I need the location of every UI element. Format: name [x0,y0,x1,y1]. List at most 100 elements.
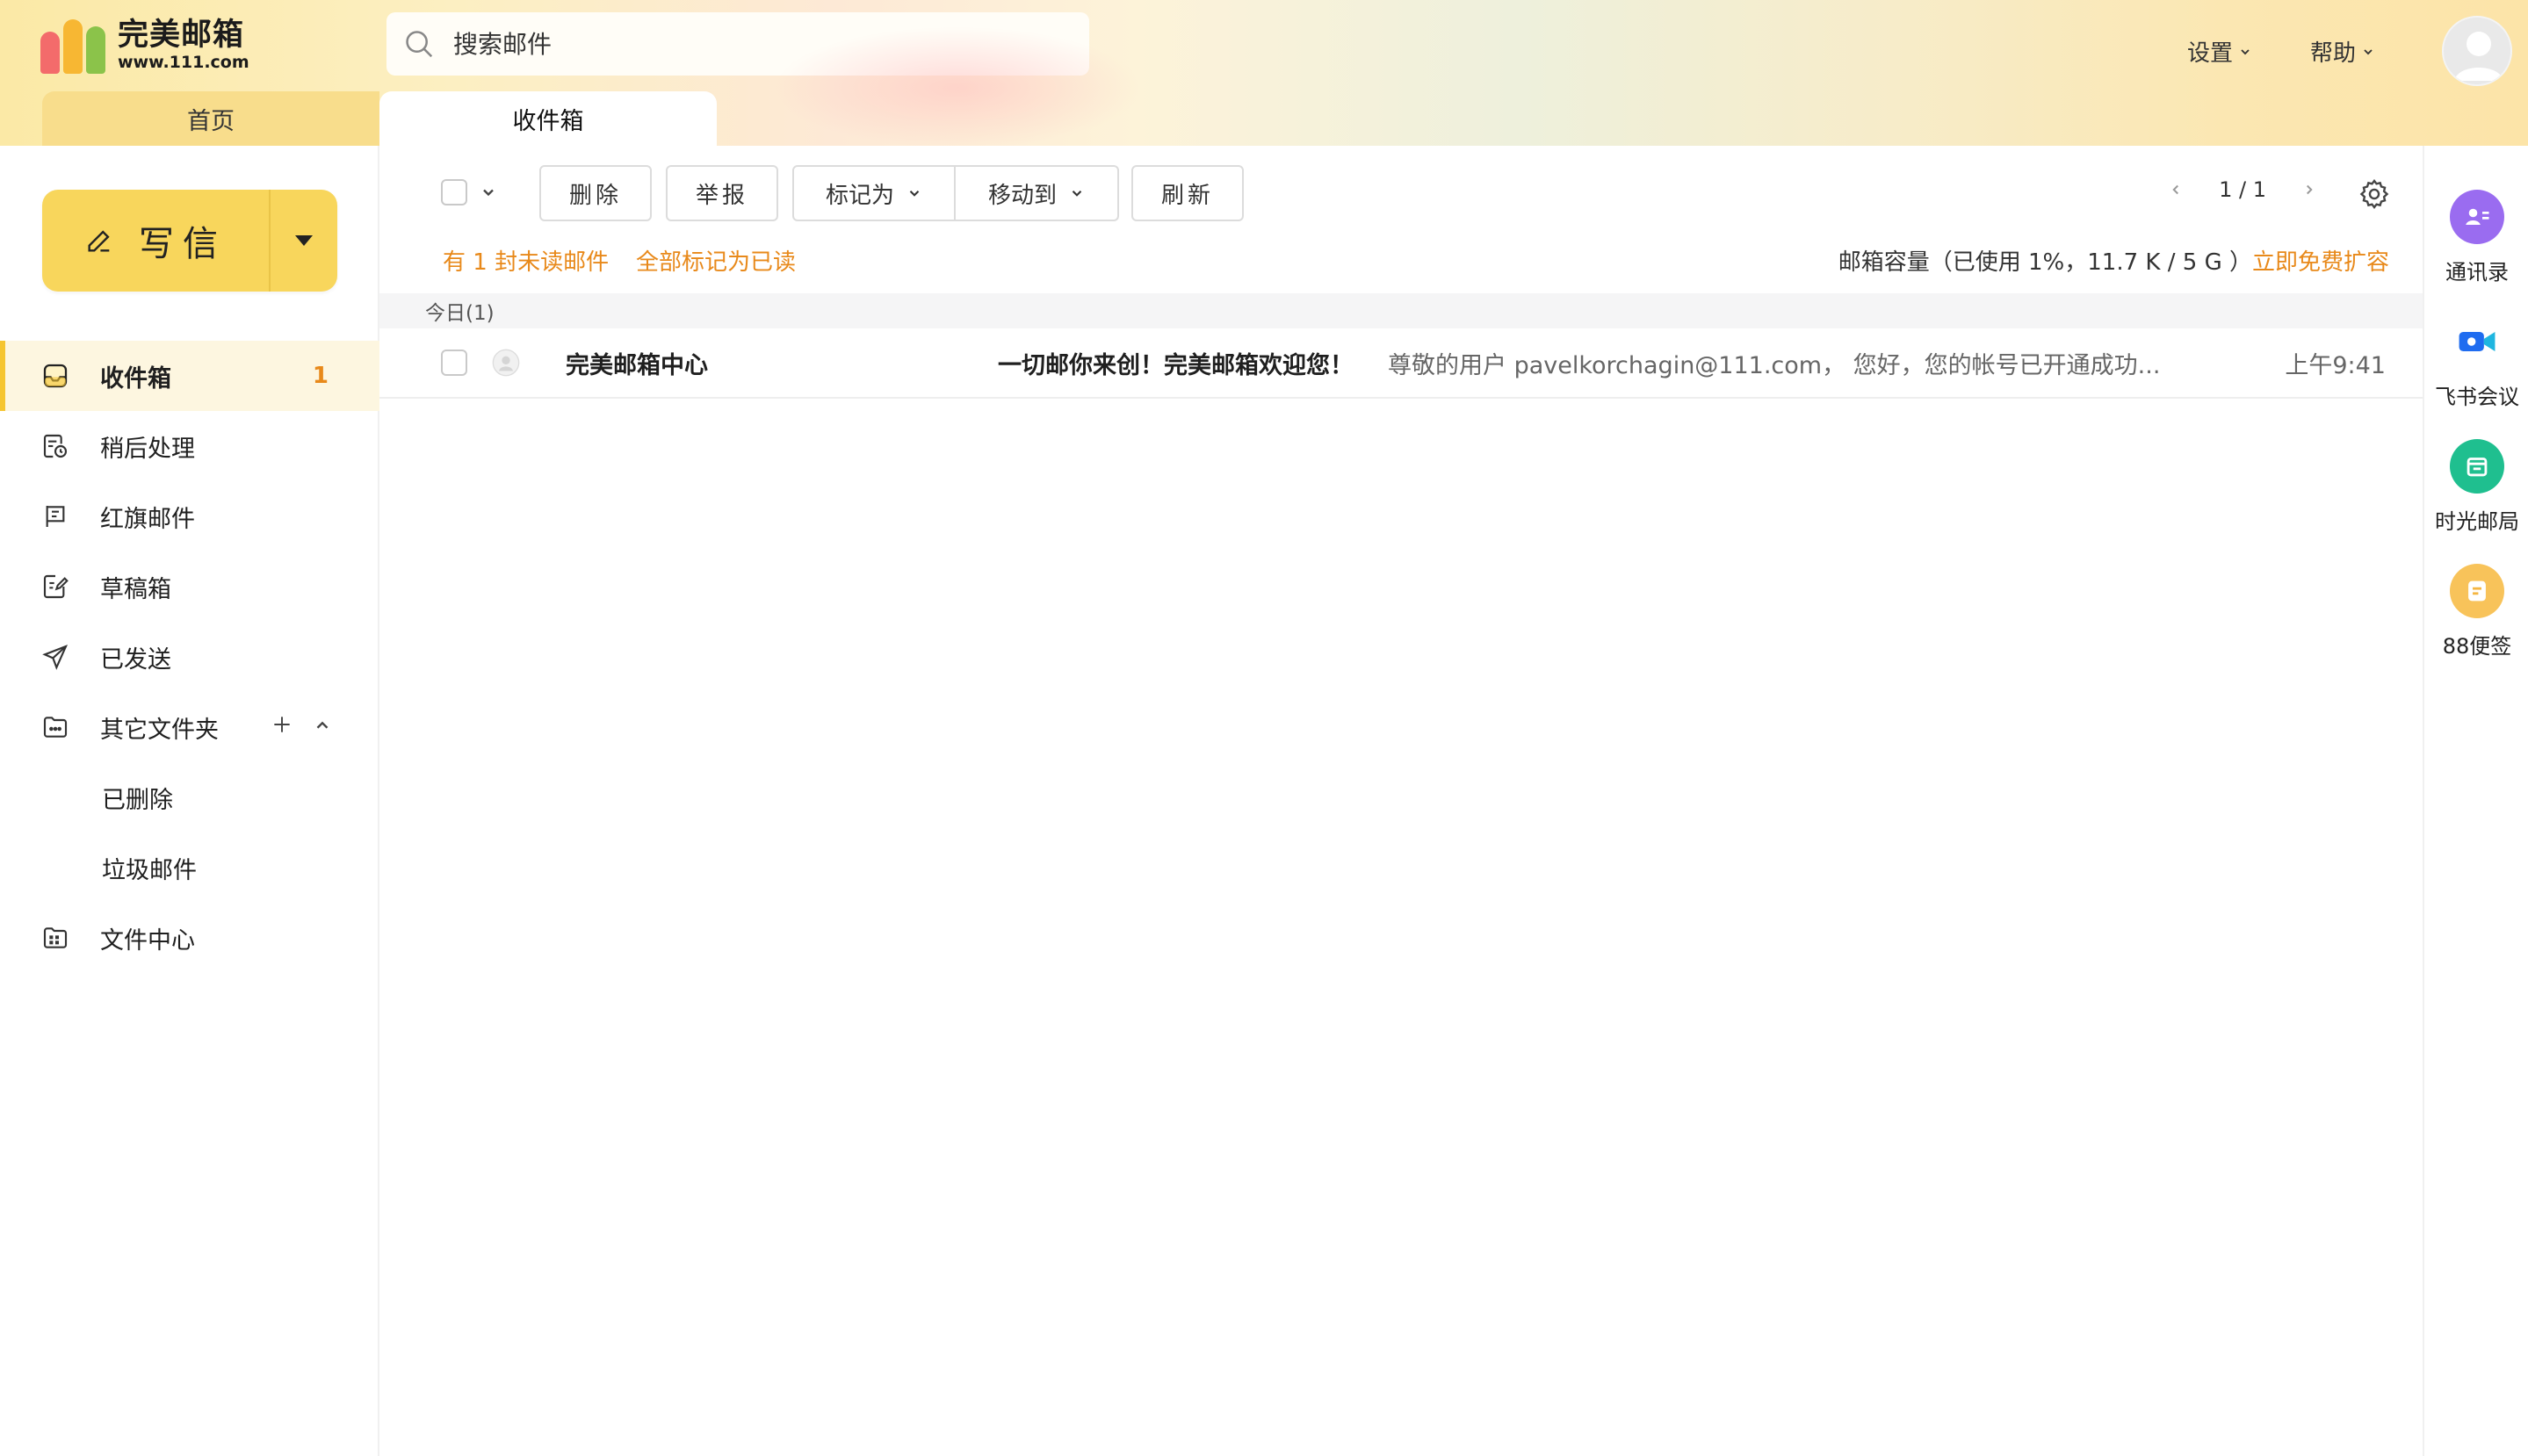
app-feishu-meeting[interactable]: 飞书会议 [2424,314,2528,410]
sidebar-item-later[interactable]: 稍后处理 [0,411,379,481]
time-mailbox-icon [2450,439,2504,494]
caret-down-icon [295,235,313,246]
main-panel: 删除 举报 标记为 移动到 刷新 1 / 1 有 1 封未读邮件 全部标记为已读… [379,146,2423,1456]
toolbar: 删除 举报 标记为 移动到 刷新 1 / 1 [379,165,2423,223]
mark-move-group: 标记为 移动到 [792,165,1119,221]
day-group-header: 今日(1) [379,293,2423,328]
refresh-label: 刷新 [1160,182,1214,209]
folder-nav: 收件箱 1 稍后处理 红旗邮件 草稿箱 已发送 其它文件夹 已删除 垃圾邮件 文… [0,341,379,973]
logo-domain: www.111.com [118,53,249,72]
chevron-left-icon[interactable] [2168,182,2184,198]
video-meeting-icon [2450,314,2504,369]
chevron-down-icon [2364,48,2373,54]
settings-label: 设置 [2187,40,2234,67]
expand-capacity-link[interactable]: 立即免费扩容 [2252,244,2389,277]
mark-all-read-link[interactable]: 全部标记为已读 [636,244,796,277]
sidebar-item-label: 其它文件夹 [100,716,219,744]
page-indicator: 1 / 1 [2219,177,2266,202]
chevron-down-icon [909,191,920,197]
compose-dropdown[interactable] [271,190,337,292]
gear-icon[interactable] [2358,177,2391,211]
chevron-down-icon [2241,48,2250,54]
tab-inbox-label: 收件箱 [512,107,584,135]
tab-home[interactable]: 首页 [42,91,379,146]
avatar[interactable] [2442,16,2512,86]
logo-title: 完美邮箱 [118,18,245,53]
settings-menu[interactable]: 设置 [2187,35,2252,68]
sender-avatar-icon [492,349,520,377]
mail-sender: 完美邮箱中心 [566,351,708,379]
select-all-group [441,179,497,205]
user-icon [2454,32,2503,81]
mail-time: 上午9:41 [2285,351,2386,379]
mail-row-checkbox[interactable] [441,350,467,376]
sidebar-item-flagged[interactable]: 红旗邮件 [0,481,379,551]
search-input[interactable] [453,29,1051,59]
help-menu[interactable]: 帮助 [2310,35,2375,68]
sidebar-item-spam[interactable]: 垃圾邮件 [0,833,379,903]
mail-row[interactable]: 完美邮箱中心 一切邮你来创！完美邮箱欢迎您！ 尊敬的用户 pavelkorcha… [379,328,2423,399]
select-all-checkbox[interactable] [441,179,467,205]
draft-icon [39,570,72,603]
app-88-note[interactable]: 88便签 [2424,564,2528,660]
unread-count-text: 有 1 封未读邮件 [443,249,610,276]
sidebar-item-drafts[interactable]: 草稿箱 [0,551,379,622]
clock-doc-icon [39,429,72,463]
unread-badge: 1 [312,363,329,389]
sidebar: 写信 收件箱 1 稍后处理 红旗邮件 草稿箱 已发送 其它文件夹 已删除 垃圾邮… [0,146,379,1456]
sidebar-item-label: 文件中心 [100,926,195,955]
tab-bar: 首页 收件箱 [42,91,717,146]
app-time-mailbox[interactable]: 时光邮局 [2424,439,2528,535]
mark-as-button[interactable]: 标记为 [794,167,956,220]
chevron-right-icon[interactable] [2301,182,2317,198]
chevron-down-icon [1072,191,1082,197]
contacts-icon [2450,190,2504,244]
tab-inbox[interactable]: 收件箱 [379,91,717,146]
logo-mark-icon [40,16,112,74]
compose-label: 写信 [139,224,227,264]
report-button[interactable]: 举报 [666,165,778,221]
sidebar-item-label: 垃圾邮件 [102,856,197,884]
sidebar-item-file-center[interactable]: 文件中心 [0,903,379,973]
app-label: 通讯录 [2445,260,2509,285]
sidebar-item-deleted[interactable]: 已删除 [0,762,379,833]
folder-icon [39,710,72,744]
delete-label: 删除 [568,182,622,209]
capacity-info: 邮箱容量（已使用 1%，11.7 K / 5 G ） 立即免费扩容 [1838,244,2389,277]
top-bar: 完美邮箱 www.111.com 设置 帮助 首页 收件箱 [0,0,2528,149]
pen-icon [88,230,110,252]
mail-preview: 尊敬的用户 pavelkorchagin@111.com， 您好，您的帐号已开通… [1388,351,2161,379]
move-to-label: 移动到 [987,182,1057,209]
chevron-down-icon[interactable] [480,184,497,201]
sidebar-item-sent[interactable]: 已发送 [0,622,379,692]
app-contacts[interactable]: 通讯录 [2424,190,2528,285]
add-folder-icon[interactable] [271,713,293,742]
send-icon [39,640,72,674]
note-icon [2450,564,2504,618]
sidebar-item-inbox[interactable]: 收件箱 1 [0,341,379,411]
sidebar-item-label: 已发送 [100,645,171,674]
search-box[interactable] [386,12,1089,76]
refresh-button[interactable]: 刷新 [1131,165,1244,221]
tab-home-label: 首页 [187,107,235,135]
mail-subject: 一切邮你来创！完美邮箱欢迎您！ [998,351,1354,379]
help-label: 帮助 [2310,40,2357,67]
app-label: 飞书会议 [2435,385,2519,409]
mark-as-label: 标记为 [825,182,894,209]
right-app-bar: 通讯录 飞书会议 时光邮局 88便签 [2423,146,2528,1456]
inbox-icon [39,359,72,393]
delete-button[interactable]: 删除 [539,165,652,221]
flag-icon [39,500,72,533]
day-group-label: 今日(1) [425,302,495,325]
sidebar-item-other-folders[interactable]: 其它文件夹 [0,692,379,762]
chevron-up-icon[interactable] [313,714,332,741]
app-label: 时光邮局 [2435,509,2519,534]
search-icon [406,31,433,58]
logo[interactable]: 完美邮箱 www.111.com [40,14,249,76]
move-to-button[interactable]: 移动到 [956,167,1117,220]
capacity-text: 邮箱容量（已使用 1%，11.7 K / 5 G ） [1838,249,2252,276]
file-center-icon [39,921,72,955]
compose-button[interactable]: 写信 [42,190,271,292]
compose-button-group: 写信 [42,190,337,292]
sidebar-item-label: 红旗邮件 [100,505,195,533]
